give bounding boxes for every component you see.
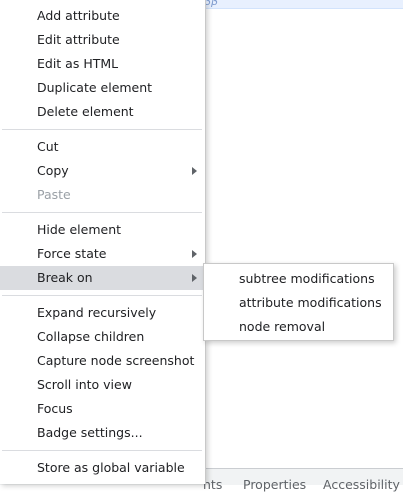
menu-item-copy[interactable]: Copy	[0, 159, 205, 183]
menu-item-scroll-into-view[interactable]: Scroll into view	[0, 373, 205, 397]
menu-item-duplicate-element[interactable]: Duplicate element	[0, 76, 205, 100]
menu-item-focus[interactable]: Focus	[0, 397, 205, 421]
selected-node-partial-text: ββ	[204, 0, 219, 8]
submenu-item-attribute-modifications[interactable]: attribute modifications	[204, 291, 393, 315]
menu-item-capture-node-screenshot[interactable]: Capture node screenshot	[0, 349, 205, 373]
tab-accessibility[interactable]: Accessibility	[323, 477, 400, 492]
menu-item-break-on[interactable]: Break on	[0, 266, 205, 290]
context-menu: Add attribute Edit attribute Edit as HTM…	[0, 0, 206, 484]
menu-item-collapse-children[interactable]: Collapse children	[0, 325, 205, 349]
menu-item-paste: Paste	[37, 187, 71, 202]
menu-item-hide-element[interactable]: Hide element	[0, 218, 205, 242]
chevron-right-icon	[192, 274, 197, 282]
menu-item-delete-element[interactable]: Delete element	[0, 100, 205, 124]
menu-item-edit-as-html[interactable]: Edit as HTML	[0, 52, 205, 76]
menu-separator	[2, 212, 202, 213]
break-on-submenu: subtree modifications attribute modifica…	[203, 263, 394, 341]
menu-item-add-attribute[interactable]: Add attribute	[0, 4, 205, 28]
menu-separator	[2, 129, 202, 130]
menu-item-edit-attribute[interactable]: Edit attribute	[0, 28, 205, 52]
menu-item-cut[interactable]: Cut	[0, 135, 205, 159]
menu-item-expand-recursively[interactable]: Expand recursively	[0, 301, 205, 325]
chevron-right-icon	[192, 167, 197, 175]
tab-properties[interactable]: Properties	[243, 477, 306, 492]
chevron-right-icon	[192, 250, 197, 258]
submenu-item-node-removal[interactable]: node removal	[204, 315, 393, 339]
submenu-item-subtree-modifications[interactable]: subtree modifications	[204, 267, 393, 291]
menu-item-badge-settings[interactable]: Badge settings...	[0, 421, 205, 445]
menu-separator	[2, 450, 202, 451]
menu-separator	[2, 295, 202, 296]
menu-item-store-as-global-variable[interactable]: Store as global variable	[0, 456, 205, 480]
menu-item-force-state[interactable]: Force state	[0, 242, 205, 266]
